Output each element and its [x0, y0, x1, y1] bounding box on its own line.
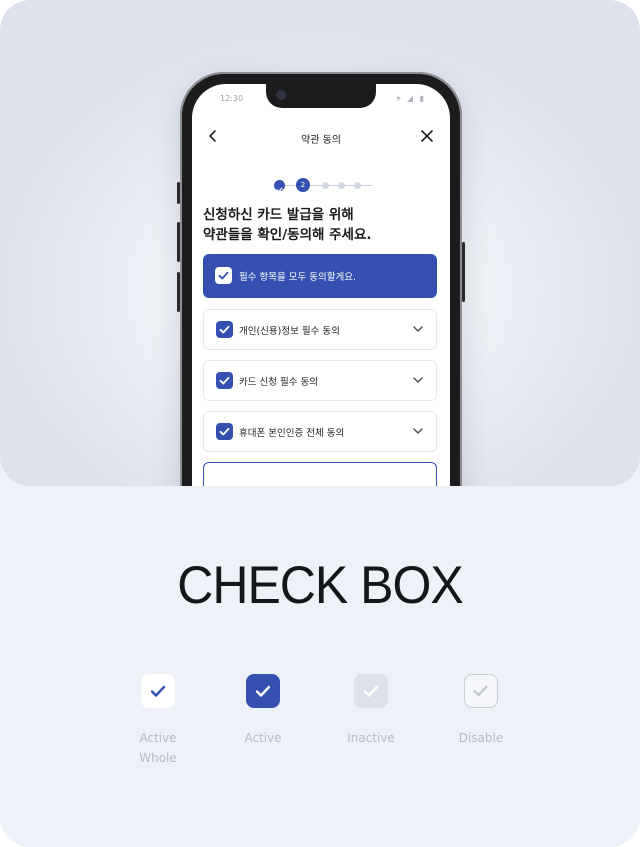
agree-item-personal-info[interactable]: 개인(신용)정보 필수 동의: [203, 309, 437, 350]
agree-all-label: 필수 항목을 모두 동의할게요.: [239, 272, 356, 283]
step-upcoming: [338, 182, 345, 189]
headline: 신청하신 카드 발급을 위해 약관들을 확인/동의해 주세요.: [203, 205, 443, 245]
camera-icon: [276, 90, 286, 100]
agree-item-checkbox[interactable]: [216, 321, 233, 338]
check-icon: [363, 685, 379, 697]
sample-label-line: Active: [139, 731, 177, 745]
agree-item-checkbox[interactable]: [216, 372, 233, 389]
step-upcoming: [354, 182, 361, 189]
headline-line-1: 신청하신 카드 발급을 위해: [203, 207, 354, 223]
checkbox-active-whole[interactable]: [141, 674, 175, 708]
chevron-down-icon[interactable]: [412, 425, 424, 437]
check-icon: [219, 376, 230, 385]
agree-item-card-application[interactable]: 카드 신청 필수 동의: [203, 360, 437, 401]
check-icon: [276, 187, 283, 192]
checkbox-inactive[interactable]: [354, 674, 388, 708]
next-agreement-box[interactable]: [203, 462, 437, 486]
phone-side-button: [177, 182, 180, 204]
agree-item-checkbox[interactable]: [216, 423, 233, 440]
step-upcoming: [322, 182, 329, 189]
agree-item-label: 카드 신청 필수 동의: [239, 377, 318, 388]
chevron-down-icon[interactable]: [412, 323, 424, 335]
sample-label-line: Disable: [458, 731, 504, 745]
sample-label-active: Active: [213, 728, 313, 748]
sample-label-line: Whole: [139, 751, 177, 765]
sample-label-inactive: Inactive: [321, 728, 421, 748]
sample-label-disable: Disable: [431, 728, 531, 748]
agree-item-label: 개인(신용)정보 필수 동의: [239, 326, 340, 337]
phone-mockup: 12:30 ▾ ◢ ▮ 약관 동의 2 신청하신 카드 발급을 위해 약관들을 …: [177, 72, 465, 486]
step-current: 2: [296, 178, 310, 192]
checkbox-disable: [464, 674, 498, 708]
phone-notch: [266, 84, 376, 108]
check-icon: [218, 271, 229, 280]
agree-item-phone-auth[interactable]: 휴대폰 본인인증 전체 동의: [203, 411, 437, 452]
checkbox-active[interactable]: [246, 674, 280, 708]
phone-volume-up: [177, 222, 180, 262]
check-icon: [219, 427, 230, 436]
phone-screen: 12:30 ▾ ◢ ▮ 약관 동의 2 신청하신 카드 발급을 위해 약관들을 …: [192, 84, 450, 486]
phone-power-button: [462, 242, 465, 302]
check-icon: [255, 685, 271, 697]
step-done: [274, 180, 285, 192]
check-icon: [150, 685, 166, 697]
check-icon: [219, 325, 230, 334]
headline-line-2: 약관들을 확인/동의해 주세요.: [203, 227, 372, 243]
sample-label-active-whole: Active Whole: [108, 728, 208, 768]
close-icon[interactable]: [420, 129, 434, 143]
status-time: 12:30: [220, 94, 244, 103]
hero-panel: 12:30 ▾ ◢ ▮ 약관 동의 2 신청하신 카드 발급을 위해 약관들을 …: [0, 0, 640, 486]
sample-label-line: Inactive: [347, 731, 395, 745]
progress-stepper: 2: [272, 178, 382, 192]
page-title: CHECK BOX: [177, 555, 464, 615]
status-icons: ▾ ◢ ▮: [396, 94, 426, 103]
check-icon: [473, 685, 488, 697]
agree-all-button[interactable]: 필수 항목을 모두 동의할게요.: [203, 254, 437, 298]
sample-label-line: Active: [244, 731, 282, 745]
phone-volume-down: [177, 272, 180, 312]
showcase-card: 12:30 ▾ ◢ ▮ 약관 동의 2 신청하신 카드 발급을 위해 약관들을 …: [0, 0, 640, 847]
agree-all-checkbox[interactable]: [215, 267, 232, 284]
chevron-down-icon[interactable]: [412, 374, 424, 386]
nav-title: 약관 동의: [301, 135, 341, 146]
agree-item-label: 휴대폰 본인인증 전체 동의: [239, 428, 345, 439]
